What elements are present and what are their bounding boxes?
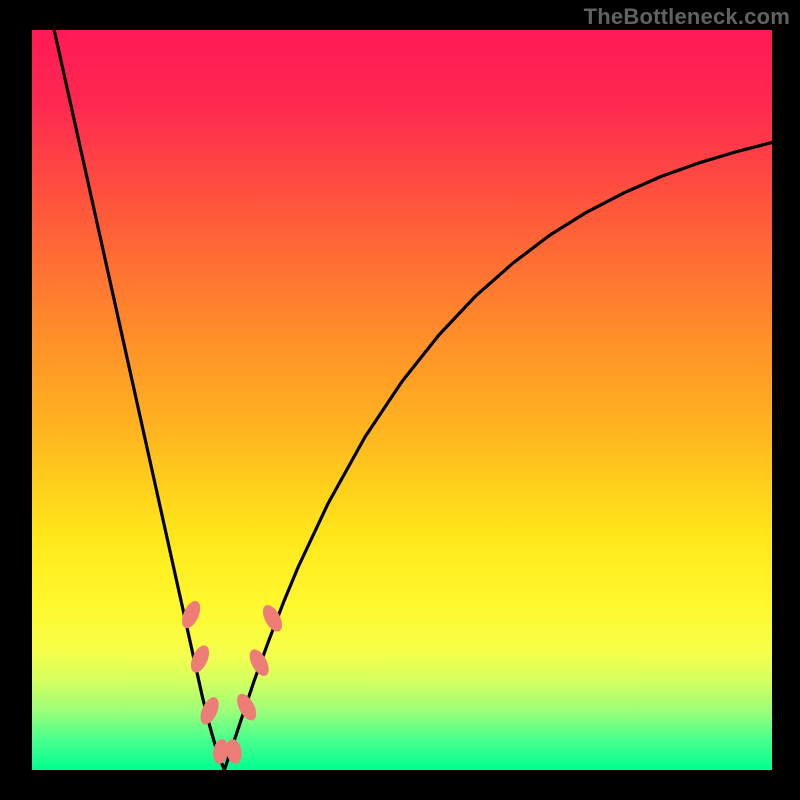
watermark-text: TheBottleneck.com [584,4,790,30]
chart-frame: TheBottleneck.com [0,0,800,800]
gradient-background [32,30,772,770]
bottleneck-chart [0,0,800,800]
